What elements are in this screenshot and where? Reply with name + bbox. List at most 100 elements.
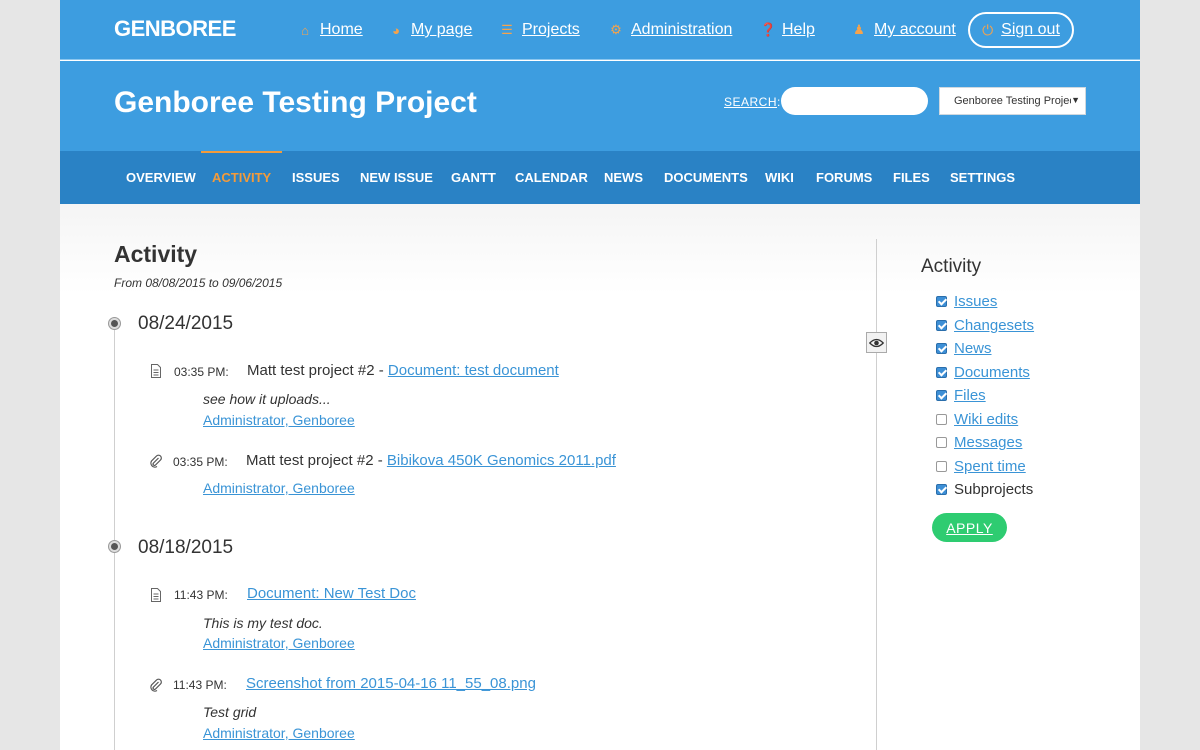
search-label-text[interactable]: SEARCH [724, 95, 777, 109]
entry-description: Test grid [203, 704, 257, 720]
entry-link[interactable]: Bibikova 450K Genomics 2011.pdf [387, 452, 616, 469]
nav-help[interactable]: ❓ Help [760, 0, 815, 60]
project-jump-select[interactable]: Genboree Testing Project ▼ [939, 87, 1086, 115]
nav-my-account[interactable]: ♟ My account [852, 0, 956, 60]
filter-documents[interactable]: Documents [936, 364, 1030, 381]
tab-documents[interactable]: DOCUMENTS [664, 151, 748, 204]
nav-my-page-link[interactable]: My page [411, 21, 472, 39]
filter-issues-link[interactable]: Issues [954, 293, 997, 310]
toggle-sidebar-button[interactable] [866, 332, 887, 353]
content-area: Activity From 08/08/2015 to 09/06/2015 0… [60, 204, 1140, 750]
filter-checkbox[interactable] [936, 414, 947, 425]
list-icon: ☰ [501, 22, 513, 37]
tab-new-issue[interactable]: NEW ISSUE [360, 151, 433, 204]
entry-link[interactable]: Screenshot from 2015-04-16 11_55_08.png [246, 675, 536, 692]
filter-checkbox[interactable] [936, 367, 947, 378]
nav-my-account-link[interactable]: My account [874, 21, 956, 39]
tab-calendar[interactable]: CALENDAR [515, 151, 588, 204]
chevron-down-icon: ▼ [1071, 95, 1080, 105]
filter-issues[interactable]: Issues [936, 293, 997, 310]
day-date: 08/24/2015 [138, 313, 234, 334]
filter-news-link[interactable]: News [954, 340, 992, 357]
filter-changesets[interactable]: Changesets [936, 317, 1034, 334]
home-icon: ⌂ [301, 22, 309, 38]
tab-overview[interactable]: OVERVIEW [126, 151, 196, 204]
nav-projects[interactable]: ☰ Projects [500, 0, 580, 60]
apply-button[interactable]: APPLY [932, 513, 1007, 542]
entry-time: 11:43 PM: [174, 588, 228, 602]
page: GENBOREE ⌂ Home ◕ My page ☰ Projects ⚙ A… [60, 0, 1140, 750]
eye-icon [869, 338, 884, 347]
nav-administration[interactable]: ⚙ Administration [609, 0, 732, 60]
nav-home-link[interactable]: Home [320, 21, 363, 39]
entry-link[interactable]: Document: New Test Doc [247, 585, 416, 602]
filter-wiki-edits-link[interactable]: Wiki edits [954, 411, 1018, 428]
entry-description: see how it uploads... [203, 391, 331, 407]
sidebar-title: Activity [921, 256, 982, 277]
filter-documents-link[interactable]: Documents [954, 364, 1030, 381]
search-input[interactable] [781, 87, 928, 115]
filter-checkbox[interactable] [936, 343, 947, 354]
sign-out-link[interactable]: Sign out [1001, 21, 1060, 39]
nav-home[interactable]: ⌂ Home [298, 0, 363, 60]
filter-messages-link[interactable]: Messages [954, 434, 1022, 451]
filter-subprojects-label: Subprojects [954, 481, 1034, 498]
help-icon: ❓ [760, 22, 777, 37]
filter-files-link[interactable]: Files [954, 387, 986, 404]
entry-author-link[interactable]: Administrator, Genboree [203, 725, 355, 741]
project-title: Genboree Testing Project [114, 86, 477, 119]
entry-title: Screenshot from 2015-04-16 11_55_08.png [246, 675, 536, 692]
nav-help-link[interactable]: Help [782, 21, 815, 39]
filter-checkbox[interactable] [936, 437, 947, 448]
search-label[interactable]: SEARCH: [724, 95, 780, 109]
filter-checkbox[interactable] [936, 320, 947, 331]
timeline-line [114, 322, 115, 750]
entry-title: Matt test project #2 - Document: test do… [247, 362, 559, 379]
filter-wiki-edits[interactable]: Wiki edits [936, 411, 1018, 428]
filter-checkbox[interactable] [936, 461, 947, 472]
tab-forums[interactable]: FORUMS [816, 151, 872, 204]
nav-my-page[interactable]: ◕ My page [389, 0, 472, 60]
entry-title: Document: New Test Doc [247, 585, 416, 602]
timeline-dot [109, 318, 120, 329]
filter-spent-time[interactable]: Spent time [936, 458, 1026, 475]
sidebar-divider [876, 239, 877, 750]
entry-author-link[interactable]: Administrator, Genboree [203, 480, 355, 496]
gear-icon: ⚙ [610, 22, 622, 37]
attachment-icon [150, 454, 162, 468]
project-header: Genboree Testing Project SEARCH: Genbore… [60, 61, 1140, 151]
filter-checkbox[interactable] [936, 484, 947, 495]
entry-author-link[interactable]: Administrator, Genboree [203, 412, 355, 428]
project-jump-value: Genboree Testing Project [954, 95, 1078, 107]
tab-wiki[interactable]: WIKI [765, 151, 794, 204]
sign-out-button[interactable]: ⏻ Sign out [968, 12, 1074, 48]
entry-project: Matt test project #2 - [246, 452, 387, 469]
filter-files[interactable]: Files [936, 387, 986, 404]
entry-author-link[interactable]: Administrator, Genboree [203, 635, 355, 651]
entry-title: Matt test project #2 - Bibikova 450K Gen… [246, 452, 616, 469]
entry-time: 11:43 PM: [173, 678, 227, 692]
filter-spent-time-link[interactable]: Spent time [954, 458, 1026, 475]
dashboard-icon: ◕ [392, 22, 400, 38]
activity-date-range: From 08/08/2015 to 09/06/2015 [114, 276, 283, 290]
entry-time: 03:35 PM: [173, 455, 228, 469]
top-bar: GENBOREE ⌂ Home ◕ My page ☰ Projects ⚙ A… [60, 0, 1140, 60]
entry-description: This is my test doc. [203, 615, 323, 631]
tab-activity[interactable]: ACTIVITY [201, 151, 283, 204]
filter-checkbox[interactable] [936, 390, 947, 401]
nav-administration-link[interactable]: Administration [631, 21, 732, 39]
nav-projects-link[interactable]: Projects [522, 21, 580, 39]
tab-news[interactable]: NEWS [604, 151, 643, 204]
tab-gantt[interactable]: GANTT [451, 151, 496, 204]
filter-news[interactable]: News [936, 340, 992, 357]
filter-checkbox[interactable] [936, 296, 947, 307]
tab-issues[interactable]: ISSUES [292, 151, 340, 204]
tab-files[interactable]: FILES [893, 151, 930, 204]
tab-settings[interactable]: SETTINGS [950, 151, 1015, 204]
filter-messages[interactable]: Messages [936, 434, 1022, 451]
filter-subprojects[interactable]: Subprojects [936, 481, 1033, 498]
entry-link[interactable]: Document: test document [388, 362, 559, 379]
filter-changesets-link[interactable]: Changesets [954, 317, 1034, 334]
user-icon: ♟ [853, 22, 865, 37]
brand-logo[interactable]: GENBOREE [114, 16, 236, 42]
